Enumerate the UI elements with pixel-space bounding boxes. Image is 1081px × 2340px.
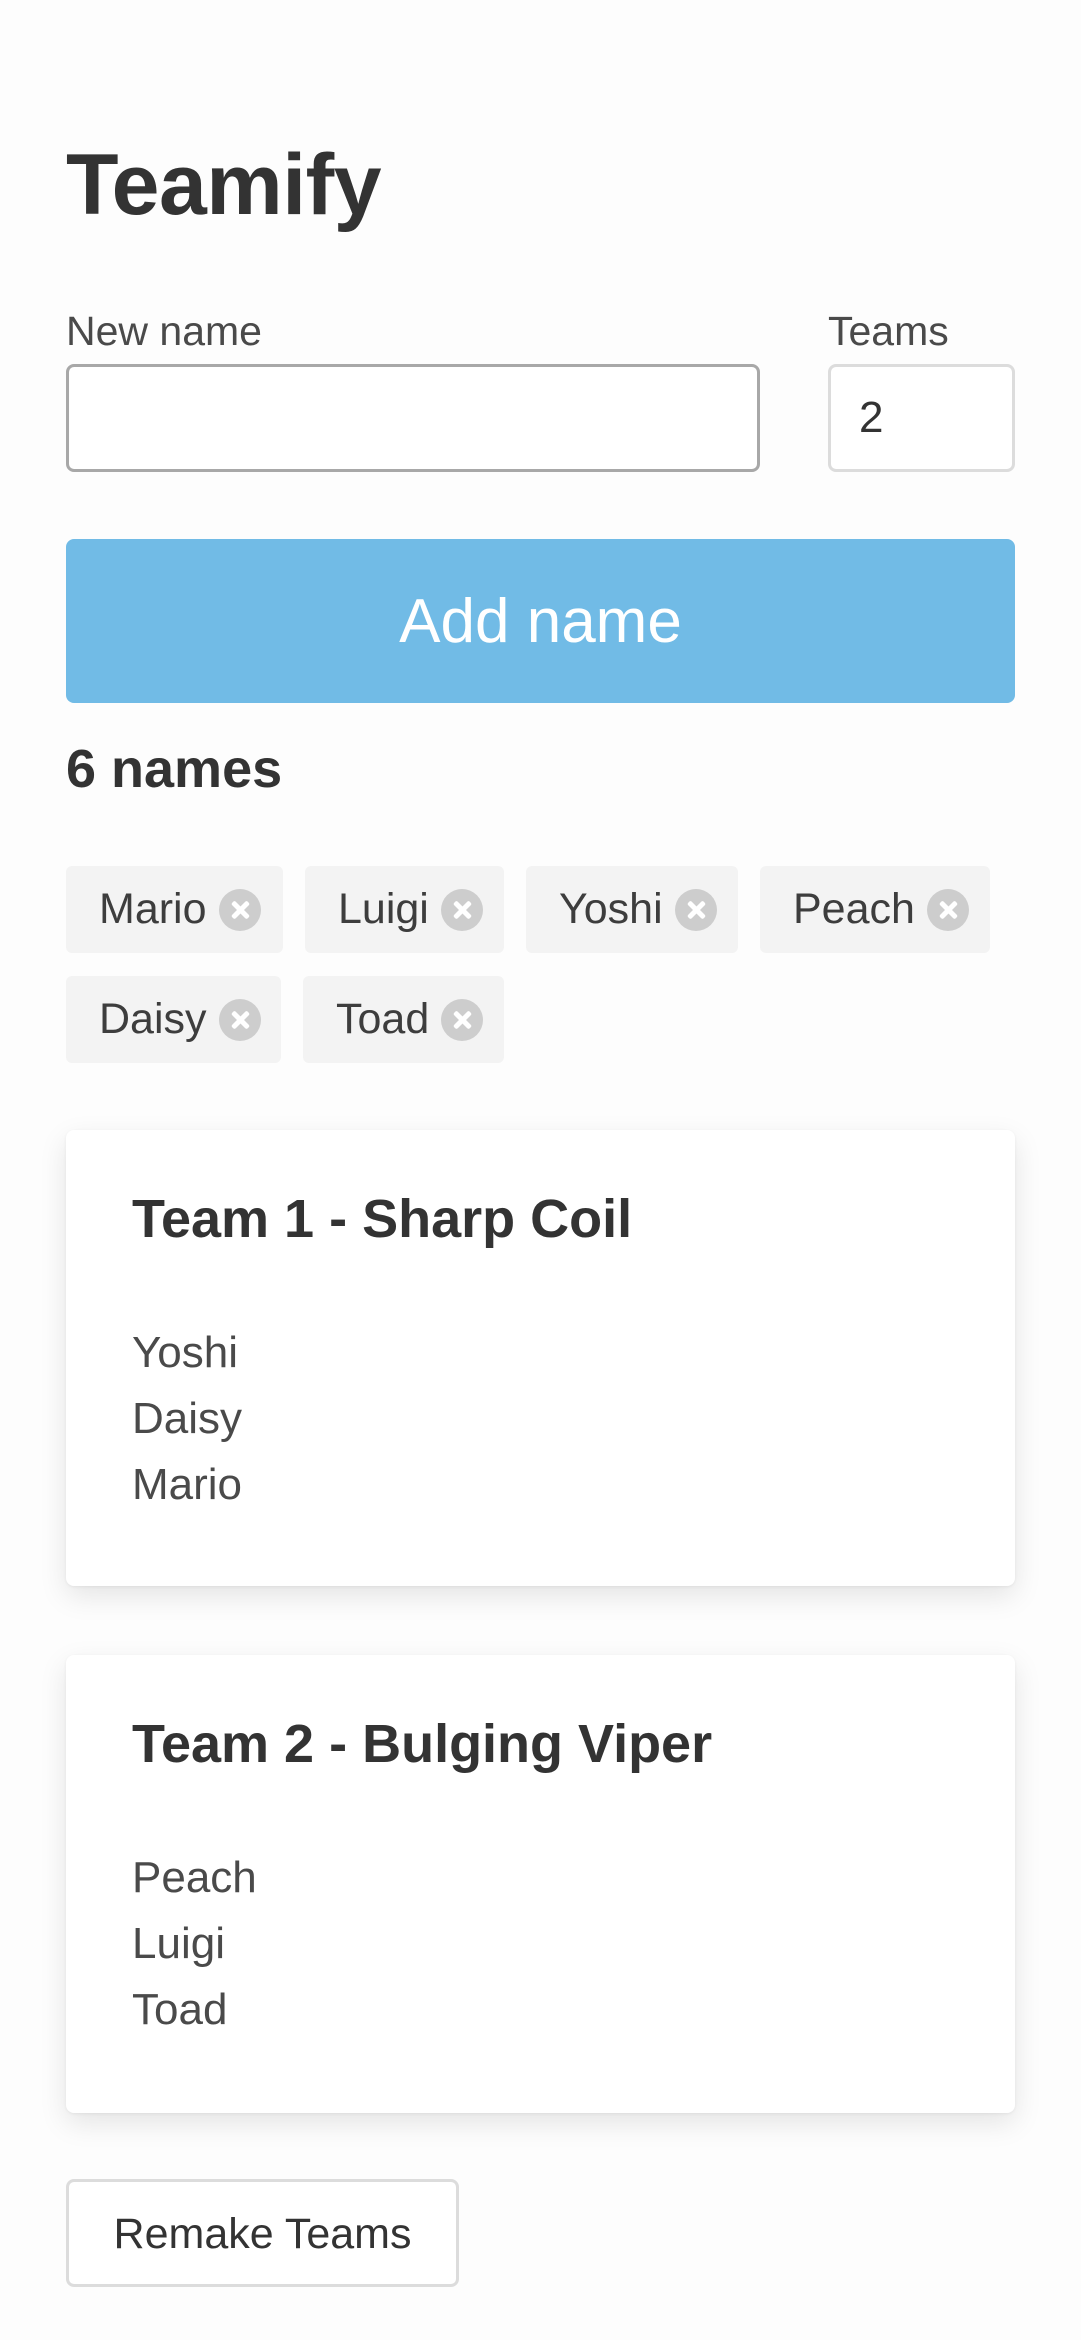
name-chip-label: Daisy [99, 995, 207, 1043]
name-chip-label: Mario [99, 885, 207, 933]
name-chip-mario: Mario [66, 866, 283, 953]
names-count: 6 names [66, 739, 283, 799]
teams-label: Teams [828, 308, 949, 354]
close-circle-icon[interactable] [218, 888, 261, 931]
remake-teams-button[interactable]: Remake Teams [66, 2179, 459, 2287]
name-chip-toad: Toad [303, 976, 504, 1063]
team-card-2: Team 2 - Bulging Viper Peach Luigi Toad [66, 1655, 1015, 2113]
team-member: Yoshi [132, 1328, 239, 1377]
team-member: Mario [132, 1460, 243, 1509]
team-title: Team 2 - Bulging Viper [132, 1714, 713, 1774]
name-chip-peach: Peach [760, 866, 990, 953]
add-name-button[interactable]: Add name [66, 539, 1015, 703]
close-circle-icon[interactable] [440, 888, 483, 931]
team-title: Team 1 - Sharp Coil [132, 1189, 633, 1249]
close-circle-icon[interactable] [926, 888, 969, 931]
new-name-input[interactable] [66, 364, 760, 472]
teams-count-input[interactable] [828, 364, 1015, 472]
close-circle-icon[interactable] [674, 888, 717, 931]
team-member: Peach [132, 1853, 257, 1902]
close-circle-icon[interactable] [441, 998, 484, 1041]
name-chip-yoshi: Yoshi [526, 866, 738, 953]
team-member: Luigi [132, 1919, 225, 1968]
team-card-1: Team 1 - Sharp Coil Yoshi Daisy Mario [66, 1130, 1015, 1586]
name-chip-label: Peach [793, 885, 915, 933]
team-member: Toad [132, 1985, 228, 2034]
team-member-list: Yoshi Daisy Mario [132, 1320, 242, 1518]
name-chip-daisy: Daisy [66, 976, 281, 1063]
name-chip-label: Yoshi [559, 885, 663, 933]
name-chip-label: Luigi [338, 885, 429, 933]
team-member: Daisy [132, 1394, 243, 1443]
name-chip-label: Toad [336, 995, 430, 1043]
new-name-label: New name [66, 308, 262, 354]
team-member-list: Peach Luigi Toad [132, 1845, 257, 2043]
app-title: Teamify [66, 137, 382, 233]
close-circle-icon[interactable] [218, 998, 261, 1041]
name-chip-luigi: Luigi [305, 866, 504, 953]
